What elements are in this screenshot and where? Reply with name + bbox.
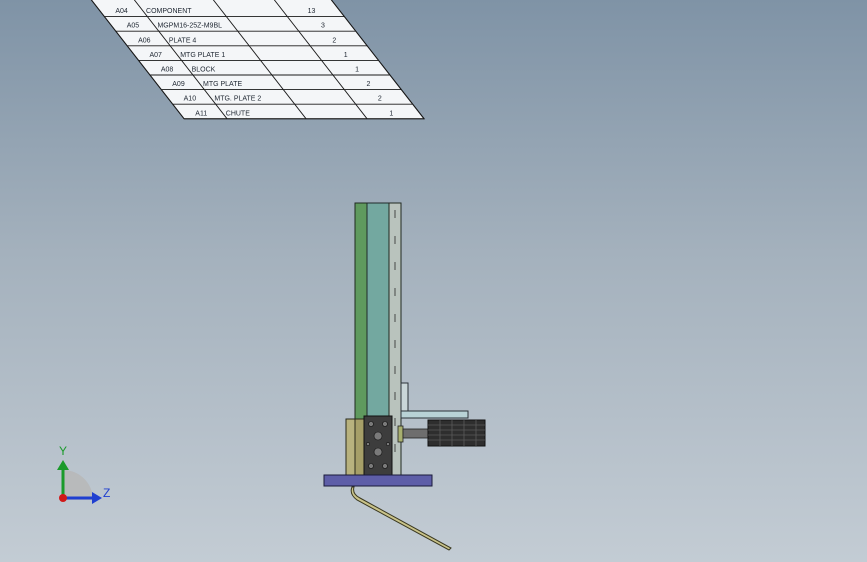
bom-cell-item: A09	[172, 81, 185, 88]
chute	[350, 486, 452, 551]
bracket-plate	[400, 410, 469, 419]
bom-cell-qty: 1	[389, 110, 393, 117]
bom-cell-qty: 13	[308, 8, 316, 15]
bom-cell-item: A10	[184, 96, 197, 103]
cylinder-rod	[402, 428, 429, 439]
actuator-head	[427, 419, 486, 447]
y-axis-label: Y	[59, 444, 67, 458]
bom-cell-name: CHUTE	[226, 110, 250, 117]
bom-cell-qty: 1	[355, 66, 359, 73]
bom-cell-qty: 1	[344, 52, 348, 59]
bom-cell-item: A06	[138, 37, 151, 44]
bom-cell-qty: 2	[378, 96, 382, 103]
bom-cell-qty: 3	[321, 23, 325, 30]
z-axis-label: Z	[103, 486, 110, 500]
base-plate	[323, 474, 433, 487]
triad-origin	[59, 494, 67, 502]
y-axis-arrow	[57, 460, 69, 470]
bom-cell-item: A04	[115, 8, 128, 15]
cylinder-body	[363, 415, 393, 477]
bom-cell-name: PLATE 4	[169, 37, 197, 44]
bom-cell-name: MTG PLATE 1	[180, 52, 225, 59]
vertical-plate-teal	[366, 202, 390, 420]
bom-cell-name: MGPM16-25Z-M9BL	[157, 23, 222, 30]
triad-plane	[63, 470, 93, 500]
cad-viewport[interactable]: A04 COMPONENT 13 A05 MGPM16-25Z-M9BL 3 A06 PLAT…	[0, 0, 867, 562]
orientation-triad: Y Z	[57, 444, 110, 504]
bom-cell-item: A05	[127, 23, 140, 30]
bom-cell-item: A11	[195, 110, 207, 117]
bom-cell-name: MTG PLATE	[203, 81, 242, 88]
vertical-plate-green	[354, 202, 368, 420]
cylinder-rod-collar	[397, 425, 404, 443]
bom-cell-item: A07	[149, 52, 162, 59]
bom-cell-qty: 2	[332, 37, 336, 44]
bom-cell-name: MTG. PLATE 2	[214, 96, 261, 103]
z-axis-arrow	[92, 492, 102, 504]
bom-table: A04 COMPONENT 13 A05 MGPM16-25Z-M9BL 3 A06 PLAT…	[90, 0, 426, 120]
assembly-model[interactable]	[323, 202, 486, 551]
bom-cell-name: COMPONENT	[146, 8, 192, 15]
bom-cell-item: A08	[161, 66, 174, 73]
bom-cell-qty: 2	[367, 81, 371, 88]
bom-cell-name: BLOCK	[192, 66, 216, 73]
